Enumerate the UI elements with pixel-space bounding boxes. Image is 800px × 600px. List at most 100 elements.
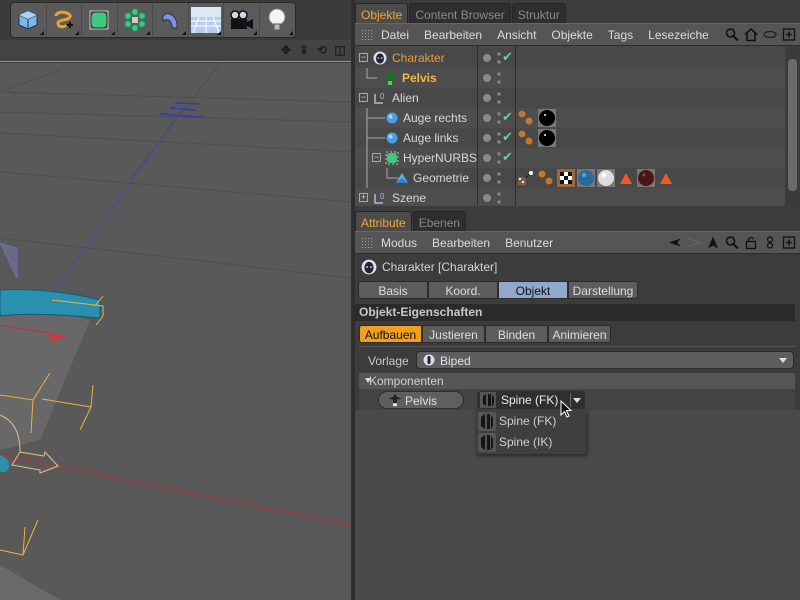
render-visibility-dots[interactable] [497, 171, 501, 185]
phong-tag-icon[interactable] [537, 169, 555, 187]
object-row-auge-rechts[interactable]: Auge rechts ✔ [355, 108, 785, 128]
tab-objekt[interactable]: Objekt [498, 281, 568, 299]
tab-struktur[interactable]: Struktur [511, 3, 566, 25]
material-white-icon[interactable] [597, 169, 615, 187]
object-row-pelvis[interactable]: Pelvis [355, 68, 785, 88]
pelvis-button[interactable]: Pelvis [378, 391, 464, 409]
object-row-alien[interactable]: − 0 Alien [355, 88, 785, 108]
render-visibility-dots[interactable] [497, 91, 501, 105]
visibility-dot[interactable] [483, 54, 491, 62]
panel-grip-icon[interactable] [361, 236, 373, 249]
lock-icon[interactable] [744, 235, 758, 250]
zoom-view-icon[interactable]: ⇕ [297, 43, 311, 57]
back-arrow-icon[interactable] [668, 235, 682, 250]
tab-objekte[interactable]: Objekte [355, 3, 409, 25]
search-icon[interactable] [725, 235, 739, 250]
menu-ansicht[interactable]: Ansicht [497, 28, 536, 42]
material-blue-icon[interactable] [577, 169, 595, 187]
menu-benutzer[interactable]: Benutzer [505, 236, 553, 250]
object-row-auge-links[interactable]: Auge links ✔ [355, 128, 785, 148]
collapse-toggle[interactable]: − [359, 93, 368, 102]
expand-toggle[interactable]: + [359, 193, 368, 202]
object-row-hypernurbs[interactable]: − HyperNURBS ✔ [355, 148, 785, 168]
phong-tag-icon[interactable] [517, 109, 535, 127]
collapse-toggle[interactable]: − [359, 53, 368, 62]
deformer-tool-button[interactable] [153, 3, 189, 37]
enabled-check-icon[interactable]: ✔ [502, 49, 513, 65]
menu-bearbeiten[interactable]: Bearbeiten [432, 236, 490, 250]
layout-view-icon[interactable]: ◫ [333, 43, 347, 57]
render-visibility-dots[interactable] [497, 131, 501, 145]
tab-attribute[interactable]: Attribute [355, 211, 412, 233]
camera-tool-button[interactable] [224, 3, 260, 37]
new-panel-icon[interactable] [782, 27, 796, 42]
enabled-check-icon[interactable]: ✔ [502, 129, 513, 145]
visibility-dot[interactable] [483, 154, 491, 162]
dropdown-option-spine-ik[interactable]: Spine (IK) [476, 432, 586, 453]
spline-tool-button[interactable] [47, 3, 82, 37]
menu-datei[interactable]: Datei [381, 28, 409, 42]
up-arrow-icon[interactable] [706, 235, 720, 250]
selection-tag-icon[interactable] [657, 169, 675, 187]
render-visibility-dots[interactable] [497, 191, 501, 205]
material-darkred-icon[interactable] [637, 169, 655, 187]
rotate-view-icon[interactable]: ⟲ [315, 43, 329, 57]
menu-modus[interactable]: Modus [381, 236, 417, 250]
tab-koord[interactable]: Koord. [428, 281, 498, 299]
scrollbar-thumb[interactable] [788, 59, 797, 191]
link-icon[interactable] [763, 235, 777, 250]
object-list-scrollbar[interactable] [787, 47, 798, 205]
nurbs-tool-button[interactable] [82, 3, 118, 37]
object-row-charakter[interactable]: − Charakter ✔ [355, 48, 785, 68]
home-icon[interactable] [744, 27, 758, 42]
menu-bearbeiten[interactable]: Bearbeiten [424, 28, 482, 42]
uvw-tag-icon[interactable] [517, 169, 535, 187]
phong-tag-icon[interactable] [517, 129, 535, 147]
tab-ebenen[interactable]: Ebenen [412, 211, 467, 233]
tab-binden[interactable]: Binden [485, 325, 548, 343]
render-visibility-dots[interactable] [497, 111, 501, 125]
menu-tags[interactable]: Tags [608, 28, 633, 42]
forward-arrow-icon[interactable] [687, 235, 701, 250]
search-icon[interactable] [725, 27, 739, 42]
object-row-szene[interactable]: + 0 Szene [355, 188, 785, 206]
menu-objekte[interactable]: Objekte [551, 28, 592, 42]
move-view-icon[interactable]: ✥ [279, 43, 293, 57]
visibility-dot[interactable] [483, 94, 491, 102]
menu-lesezeichen[interactable]: Lesezeichen [648, 28, 708, 42]
enabled-check-icon[interactable]: ✔ [502, 149, 513, 165]
visibility-dot[interactable] [483, 74, 491, 82]
enabled-check-icon[interactable]: ✔ [502, 109, 513, 125]
move-handle-arrow [11, 450, 59, 474]
tab-darstellung[interactable]: Darstellung [568, 281, 638, 299]
tab-basis[interactable]: Basis [358, 281, 428, 299]
cube-tool-button[interactable] [11, 3, 47, 37]
selection-tag-icon[interactable] [617, 169, 635, 187]
visibility-dot[interactable] [483, 134, 491, 142]
visibility-dot[interactable] [483, 114, 491, 122]
light-tool-button[interactable] [260, 3, 295, 37]
floor-tool-button[interactable] [189, 3, 224, 37]
tab-content-browser[interactable]: Content Browser [409, 3, 511, 25]
material-black-icon[interactable] [538, 129, 556, 147]
link-icon[interactable] [763, 27, 777, 42]
komponenten-group[interactable]: Komponenten [359, 373, 795, 389]
render-visibility-dots[interactable] [497, 51, 501, 65]
render-visibility-dots[interactable] [497, 151, 501, 165]
vorlage-select[interactable]: Biped [416, 351, 794, 369]
3d-viewport[interactable] [0, 63, 351, 600]
array-tool-button[interactable] [118, 3, 153, 37]
tab-animieren[interactable]: Animieren [548, 325, 611, 343]
object-row-geometrie[interactable]: Geometrie [355, 168, 785, 188]
tab-justieren[interactable]: Justieren [422, 325, 485, 343]
new-panel-icon[interactable] [782, 235, 796, 250]
joint-figure-icon [383, 71, 397, 85]
tab-aufbauen[interactable]: Aufbauen [359, 325, 422, 343]
panel-grip-icon[interactable] [361, 28, 373, 41]
visibility-dot[interactable] [483, 194, 491, 202]
collapse-toggle[interactable]: − [372, 153, 381, 162]
visibility-dot[interactable] [483, 174, 491, 182]
texture-checker-icon[interactable] [557, 169, 575, 187]
render-visibility-dots[interactable] [497, 71, 501, 85]
material-black-icon[interactable] [538, 109, 556, 127]
